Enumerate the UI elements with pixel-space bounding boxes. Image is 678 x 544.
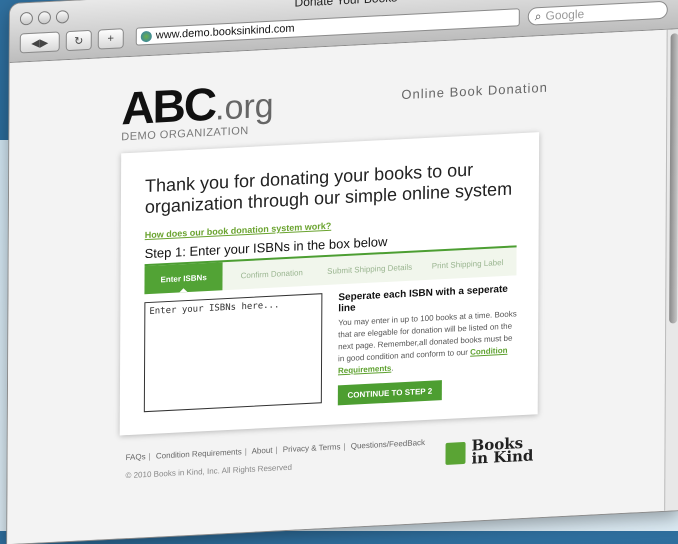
isbn-textarea[interactable]: Enter your ISBNs here... (143, 293, 323, 413)
footer-nav: FAQs | Condition Requirements | About | Pri… (126, 438, 425, 462)
back-arrow-icon[interactable]: ◀ (31, 36, 40, 49)
footer-link-privacy[interactable]: Privacy & Terms (283, 442, 341, 454)
add-bookmark-button[interactable]: + (97, 28, 124, 50)
tab-enter-isbns[interactable]: Enter ISBNs (144, 262, 223, 295)
search-placeholder: Google (545, 6, 585, 23)
tab-confirm-donation[interactable]: Confirm Donation (223, 257, 321, 290)
isbn-instructions: Seperate each ISBN with a seperate line … (338, 283, 518, 377)
organization-logo[interactable]: ABC.org DEMO ORGANIZATION (121, 78, 274, 144)
vertical-scrollbar[interactable] (664, 28, 678, 511)
logo-extension: .org (214, 86, 274, 128)
instructions-body: You may enter in up to 100 books at a ti… (338, 308, 518, 377)
instructions-end: . (391, 363, 394, 373)
books-in-kind-logo[interactable]: Books in Kind (445, 434, 534, 468)
page-tagline: Online Book Donation (401, 79, 548, 103)
page-title: Thank you for donating your books to our… (144, 159, 513, 218)
browser-window: Donate Your Books ◀ ▶ ↻ + www.demo.books… (7, 0, 678, 544)
divider: | (244, 447, 247, 457)
divider: | (148, 451, 151, 461)
forward-arrow-icon[interactable]: ▶ (40, 36, 49, 49)
reload-icon: ↻ (74, 34, 84, 48)
brand-line-2: in Kind (471, 446, 534, 468)
back-forward-buttons[interactable]: ◀ ▶ (19, 31, 60, 54)
tab-print-label[interactable]: Print Shipping Label (419, 247, 517, 280)
footer-link-feedback[interactable]: Questions/FeedBack (351, 438, 425, 451)
footer-link-faqs[interactable]: FAQs (126, 452, 146, 462)
continue-button[interactable]: CONTINUE TO STEP 2 (337, 380, 442, 406)
search-icon: ⌕ (534, 8, 542, 23)
divider: | (343, 442, 346, 452)
reload-button[interactable]: ↻ (65, 29, 92, 52)
page-content: ABC.org DEMO ORGANIZATION Online Book Do… (7, 29, 668, 544)
footer-link-about[interactable]: About (252, 446, 273, 456)
logo-text: ABC (121, 77, 216, 135)
donation-card: Thank you for donating your books to our… (119, 132, 540, 436)
plus-icon: + (107, 32, 115, 46)
brand-name: Books in Kind (471, 434, 534, 468)
scroll-thumb[interactable] (669, 33, 678, 324)
tab-submit-shipping[interactable]: Submit Shipping Details (321, 252, 419, 285)
footer-link-condition[interactable]: Condition Requirements (156, 447, 242, 460)
site-favicon-icon (140, 30, 152, 42)
divider: | (275, 445, 278, 455)
copyright-text: © 2010 Books in Kind, Inc. All Rights Re… (125, 462, 292, 481)
url-text: www.demo.booksinkind.com (155, 22, 295, 42)
search-field[interactable]: ⌕ Google (527, 0, 668, 26)
book-icon (445, 441, 466, 465)
